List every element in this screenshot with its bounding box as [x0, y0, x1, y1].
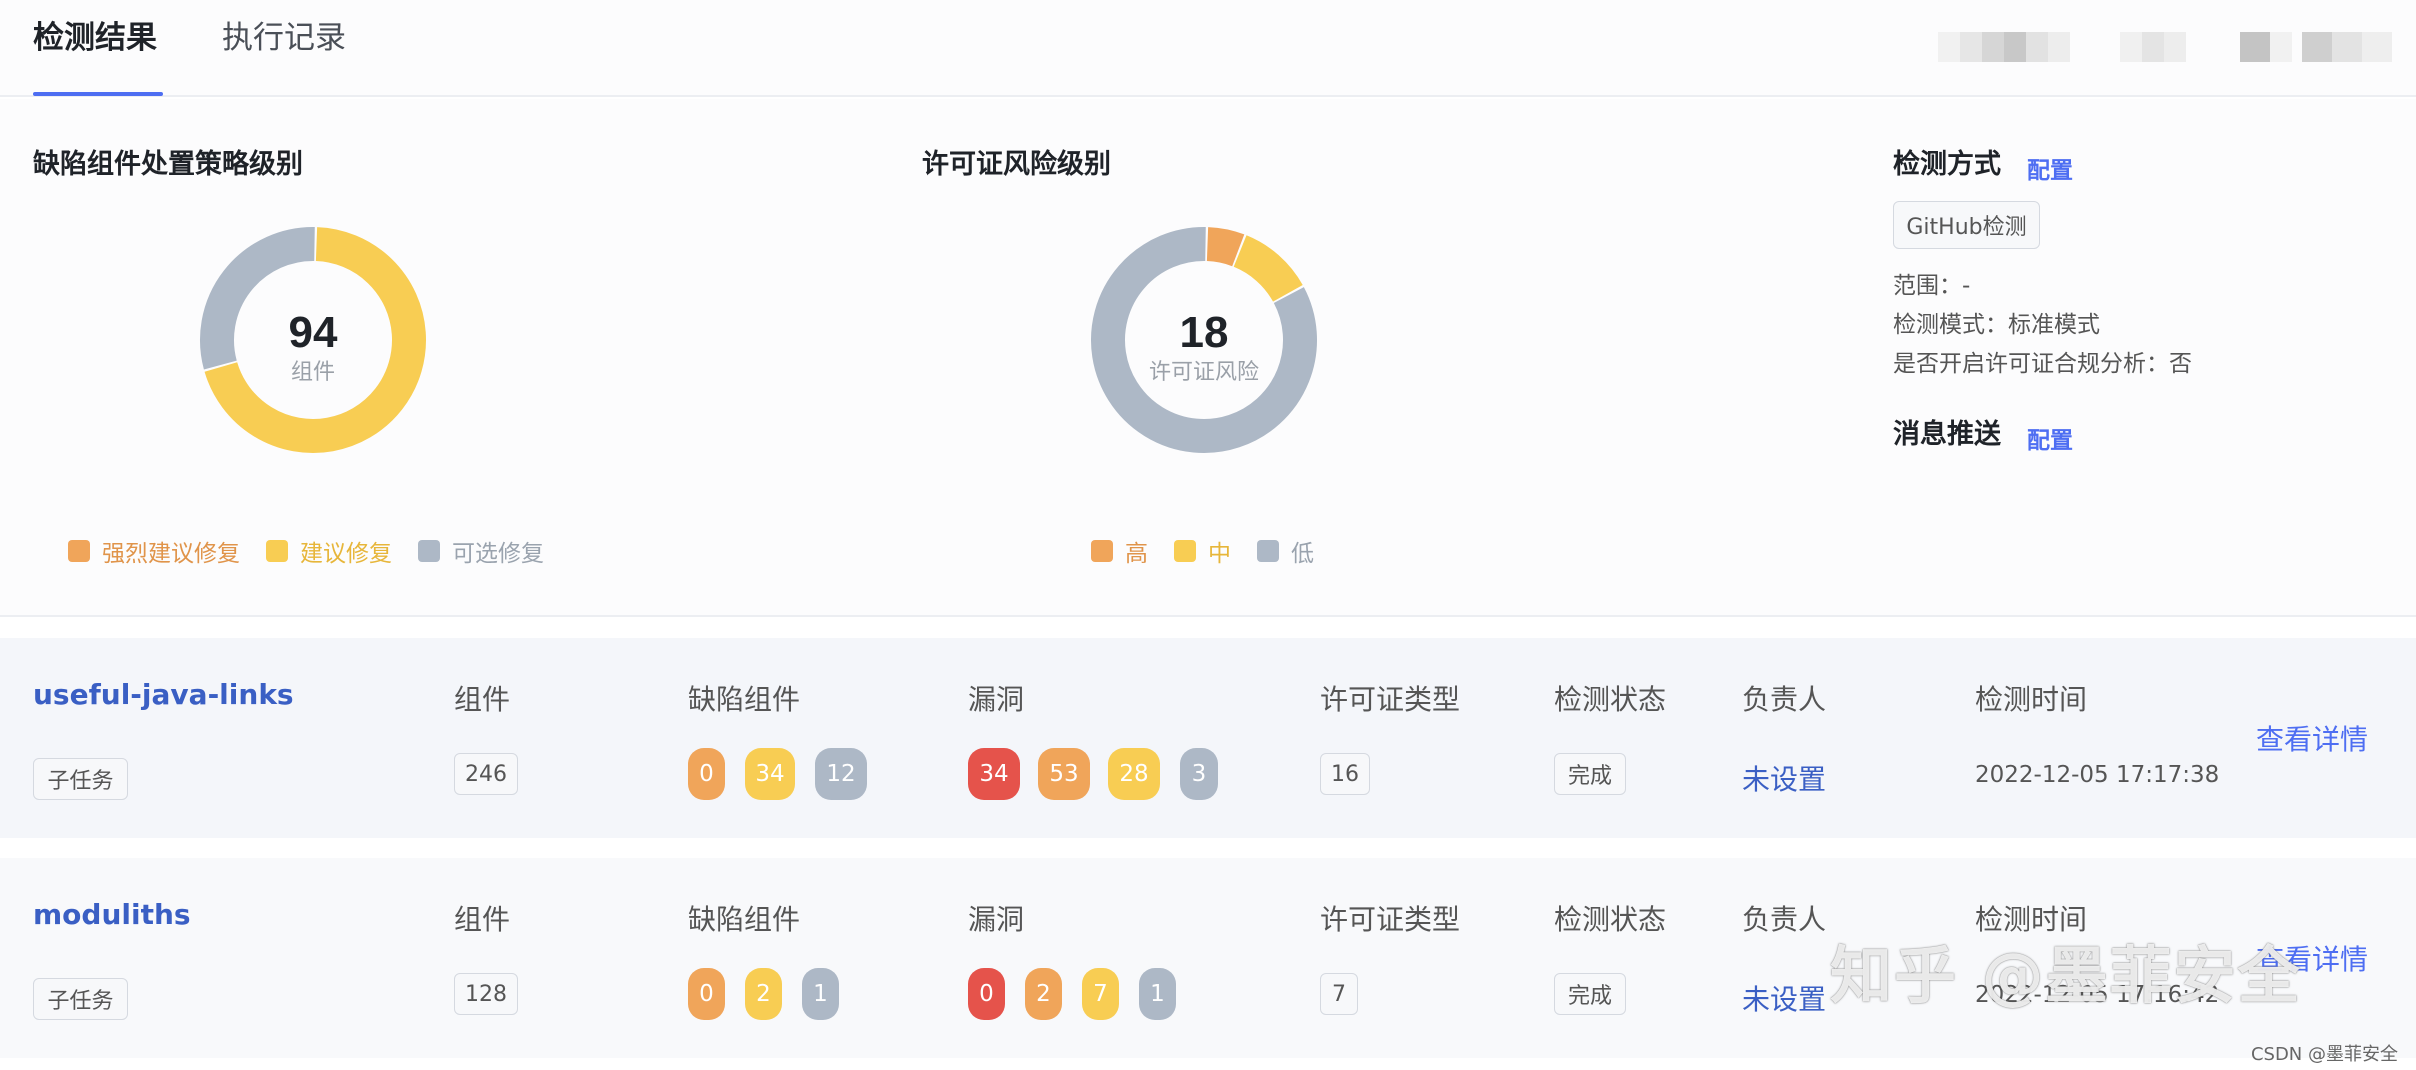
- vuln-critical-count: 34: [968, 748, 1020, 800]
- defect-strong-count: 0: [688, 968, 725, 1020]
- subtask-tag: 子任务: [33, 758, 128, 800]
- top-tab-bar: 检测结果 执行记录: [0, 0, 2416, 97]
- vuln-high-count: 53: [1038, 748, 1090, 800]
- blurred-placeholder-icon: [1938, 32, 2392, 62]
- legend-swatch-optional: [418, 540, 440, 562]
- defect-policy-title: 缺陷组件处置策略级别: [33, 149, 303, 180]
- col-header-time: 检测时间: [1975, 683, 2088, 716]
- detection-config-link[interactable]: 配置: [2027, 151, 2073, 185]
- col-header-status: 检测状态: [1554, 903, 1667, 936]
- vuln-low-count: 1: [1139, 968, 1176, 1020]
- defect-total-label: 组件: [291, 360, 335, 385]
- col-header-defects: 缺陷组件: [688, 903, 801, 936]
- legend-label-low: 低: [1291, 541, 1314, 567]
- summary-panel: 缺陷组件处置策略级别 94 组件 强烈建议修复 建议修复 可选修复 许可证风险级…: [0, 99, 2416, 617]
- vuln-medium-count: 28: [1108, 748, 1160, 800]
- legend-label-optional: 可选修复: [452, 541, 544, 567]
- status-badge: 完成: [1554, 753, 1626, 795]
- tab-detection-results[interactable]: 检测结果: [33, 18, 157, 58]
- detection-time: 2022-12-05 17:17:38: [1975, 762, 2220, 788]
- defect-policy-donut-chart: 94 组件: [200, 227, 426, 453]
- license-type-count: 7: [1320, 973, 1358, 1015]
- view-details-link[interactable]: 查看详情: [2256, 718, 2368, 758]
- defect-suggest-count: 2: [745, 968, 782, 1020]
- license-total-value: 18: [1180, 308, 1229, 357]
- vuln-medium-count: 7: [1082, 968, 1119, 1020]
- legend-label-medium: 中: [1208, 541, 1231, 567]
- license-risk-legend: 高 中 低: [1091, 534, 1340, 568]
- task-name-link[interactable]: useful-java-links: [33, 678, 294, 711]
- legend-swatch-low: [1257, 540, 1279, 562]
- license-total-label: 许可证风险: [1149, 360, 1259, 385]
- license-compliance-text: 是否开启许可证合规分析：否: [1893, 351, 2192, 377]
- license-risk-donut-chart: 18 许可证风险: [1091, 227, 1317, 453]
- watermark-text: 知乎 @墨菲安全: [1830, 939, 2302, 1012]
- col-header-vulnerabilities: 漏洞: [968, 903, 1025, 936]
- github-detection-tag: GitHub检测: [1893, 201, 2040, 249]
- legend-swatch-suggest: [266, 540, 288, 562]
- legend-swatch-strong: [68, 540, 90, 562]
- defect-policy-legend: 强烈建议修复 建议修复 可选修复: [68, 534, 570, 568]
- active-tab-indicator: [33, 92, 163, 96]
- task-name-link[interactable]: moduliths: [33, 898, 191, 931]
- notification-title: 消息推送: [1893, 419, 2001, 450]
- col-header-vulnerabilities: 漏洞: [968, 683, 1025, 716]
- component-count: 128: [454, 973, 518, 1015]
- footer-credit: CSDN @墨菲安全: [2250, 1044, 2398, 1065]
- legend-label-suggest: 建议修复: [300, 541, 392, 567]
- legend-label-high: 高: [1125, 541, 1148, 567]
- col-header-components: 组件: [454, 903, 511, 936]
- col-header-license-types: 许可证类型: [1320, 903, 1461, 936]
- defect-suggest-count: 34: [745, 748, 795, 800]
- col-header-license-types: 许可证类型: [1320, 683, 1461, 716]
- tab-execution-records[interactable]: 执行记录: [222, 18, 346, 58]
- defect-strong-count: 0: [688, 748, 725, 800]
- detection-mode-text: 检测模式：标准模式: [1893, 312, 2100, 338]
- detection-method-title: 检测方式: [1893, 149, 2001, 180]
- col-header-owner: 负责人: [1742, 903, 1827, 936]
- donut-slice-高: [1206, 227, 1245, 267]
- donut-slice-中: [1233, 235, 1303, 303]
- notification-config-link[interactable]: 配置: [2027, 421, 2073, 455]
- owner-link[interactable]: 未设置: [1742, 978, 1826, 1018]
- legend-swatch-high: [1091, 540, 1113, 562]
- col-header-components: 组件: [454, 683, 511, 716]
- col-header-status: 检测状态: [1554, 683, 1667, 716]
- defect-optional-count: 12: [815, 748, 867, 800]
- defect-total-value: 94: [289, 308, 338, 357]
- col-header-owner: 负责人: [1742, 683, 1827, 716]
- status-badge: 完成: [1554, 973, 1626, 1015]
- subtask-tag: 子任务: [33, 978, 128, 1020]
- owner-link[interactable]: 未设置: [1742, 758, 1826, 798]
- blurred-header-area: [1938, 32, 2398, 62]
- vuln-critical-count: 0: [968, 968, 1005, 1020]
- license-risk-title: 许可证风险级别: [922, 149, 1111, 180]
- legend-label-strong: 强烈建议修复: [102, 541, 240, 567]
- legend-swatch-medium: [1174, 540, 1196, 562]
- component-count: 246: [454, 753, 518, 795]
- vuln-high-count: 2: [1025, 968, 1062, 1020]
- license-type-count: 16: [1320, 753, 1370, 795]
- vuln-low-count: 3: [1180, 748, 1218, 800]
- scope-text: 范围：-: [1893, 273, 1971, 299]
- task-row: useful-java-links 子任务 组件 246 缺陷组件 0 34 1…: [0, 638, 2416, 838]
- col-header-defects: 缺陷组件: [688, 683, 801, 716]
- defect-optional-count: 1: [802, 968, 839, 1020]
